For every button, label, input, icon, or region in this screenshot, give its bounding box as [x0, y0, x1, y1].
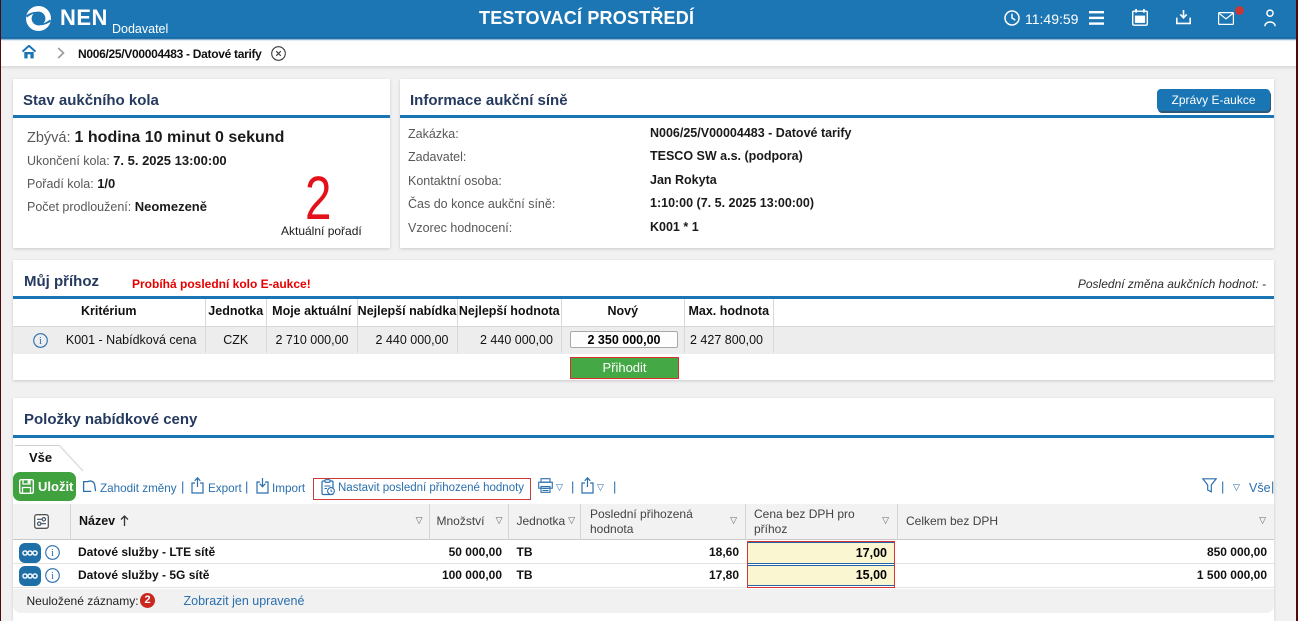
svg-text:i: i — [51, 548, 54, 559]
svg-text:i: i — [51, 571, 54, 582]
